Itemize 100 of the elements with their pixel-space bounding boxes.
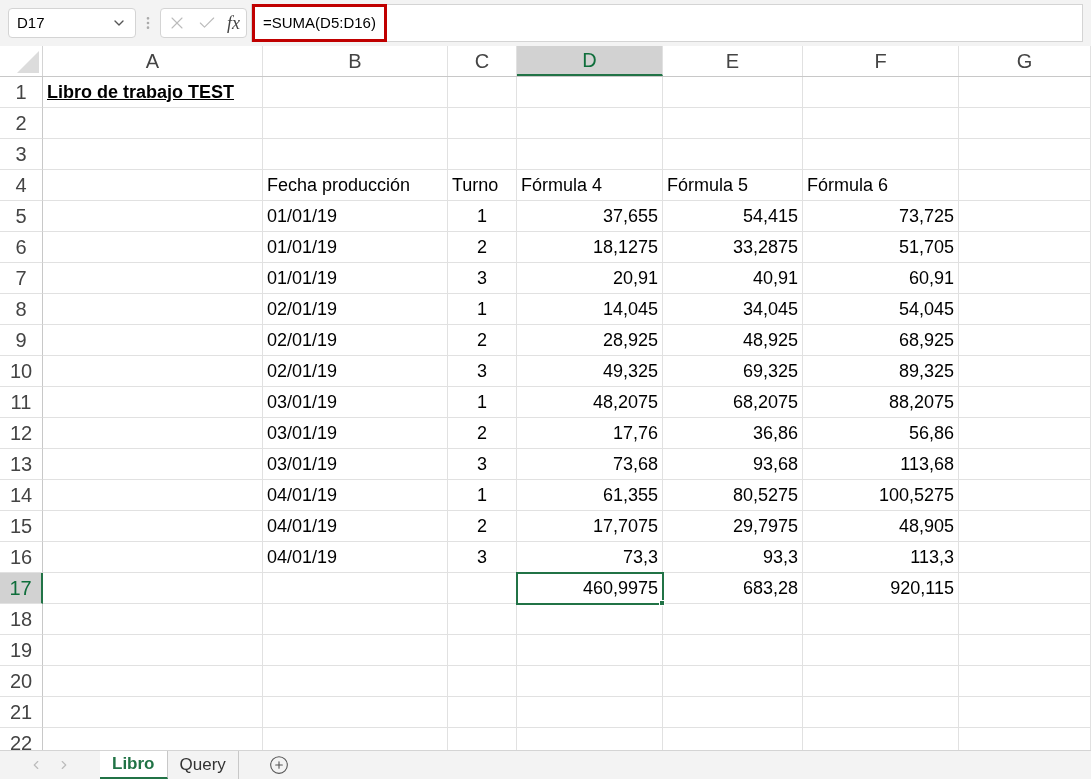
empty-cell[interactable] [517, 666, 663, 697]
table-cell[interactable]: 01/01/19 [263, 263, 448, 294]
empty-cell[interactable] [263, 635, 448, 666]
row-header[interactable]: 19 [0, 635, 43, 666]
table-cell[interactable]: 03/01/19 [263, 449, 448, 480]
empty-cell[interactable] [43, 480, 263, 511]
empty-cell[interactable] [43, 635, 263, 666]
empty-cell[interactable] [43, 325, 263, 356]
table-cell[interactable]: 460,9975 [517, 573, 663, 604]
empty-cell[interactable] [517, 77, 663, 108]
table-cell[interactable]: 100,5275 [803, 480, 959, 511]
empty-cell[interactable] [43, 449, 263, 480]
table-cell[interactable]: 2 [448, 232, 517, 263]
table-cell[interactable]: 2 [448, 418, 517, 449]
column-header[interactable]: G [959, 46, 1091, 76]
empty-cell[interactable] [43, 418, 263, 449]
row-header[interactable]: 2 [0, 108, 43, 139]
table-cell[interactable]: 01/01/19 [263, 201, 448, 232]
table-cell[interactable]: 04/01/19 [263, 480, 448, 511]
column-header[interactable]: A [43, 46, 263, 76]
table-cell[interactable]: 49,325 [517, 356, 663, 387]
table-cell[interactable]: 40,91 [663, 263, 803, 294]
table-cell[interactable]: 37,655 [517, 201, 663, 232]
column-header[interactable]: B [263, 46, 448, 76]
empty-cell[interactable] [517, 697, 663, 728]
empty-cell[interactable] [517, 635, 663, 666]
row-header[interactable]: 5 [0, 201, 43, 232]
empty-cell[interactable] [959, 77, 1091, 108]
empty-cell[interactable] [803, 697, 959, 728]
table-cell[interactable]: 73,68 [517, 449, 663, 480]
table-cell[interactable]: 68,925 [803, 325, 959, 356]
table-cell[interactable]: 54,415 [663, 201, 803, 232]
table-cell[interactable]: 03/01/19 [263, 387, 448, 418]
row-header[interactable]: 7 [0, 263, 43, 294]
table-cell[interactable]: 2 [448, 325, 517, 356]
empty-cell[interactable] [663, 635, 803, 666]
empty-cell[interactable] [43, 387, 263, 418]
empty-cell[interactable] [803, 139, 959, 170]
fill-handle[interactable] [659, 600, 665, 606]
empty-cell[interactable] [43, 511, 263, 542]
table-cell[interactable]: 33,2875 [663, 232, 803, 263]
table-cell[interactable]: Fórmula 6 [803, 170, 959, 201]
table-cell[interactable]: 73,3 [517, 542, 663, 573]
column-header[interactable]: F [803, 46, 959, 76]
table-cell[interactable]: Fórmula 4 [517, 170, 663, 201]
table-cell[interactable]: 01/01/19 [263, 232, 448, 263]
empty-cell[interactable] [663, 697, 803, 728]
table-cell[interactable]: Libro de trabajo TEST [43, 77, 263, 108]
table-cell[interactable]: 2 [448, 511, 517, 542]
empty-cell[interactable] [43, 604, 263, 635]
empty-cell[interactable] [959, 263, 1091, 294]
empty-cell[interactable] [448, 604, 517, 635]
table-cell[interactable]: 04/01/19 [263, 511, 448, 542]
empty-cell[interactable] [803, 77, 959, 108]
empty-cell[interactable] [448, 635, 517, 666]
table-cell[interactable]: Fecha producción [263, 170, 448, 201]
row-header[interactable]: 3 [0, 139, 43, 170]
table-cell[interactable]: 02/01/19 [263, 356, 448, 387]
column-header[interactable]: D [517, 46, 663, 76]
empty-cell[interactable] [959, 511, 1091, 542]
row-header[interactable]: 11 [0, 387, 43, 418]
empty-cell[interactable] [959, 480, 1091, 511]
empty-cell[interactable] [448, 666, 517, 697]
empty-cell[interactable] [448, 77, 517, 108]
empty-cell[interactable] [43, 201, 263, 232]
table-cell[interactable]: 113,3 [803, 542, 959, 573]
table-cell[interactable]: 29,7975 [663, 511, 803, 542]
row-header[interactable]: 14 [0, 480, 43, 511]
table-cell[interactable]: 3 [448, 263, 517, 294]
empty-cell[interactable] [448, 108, 517, 139]
table-cell[interactable]: 03/01/19 [263, 418, 448, 449]
formula-field[interactable]: =SUMA(D5:D16) [251, 4, 1083, 42]
table-cell[interactable]: 1 [448, 387, 517, 418]
table-cell[interactable]: 3 [448, 449, 517, 480]
row-header[interactable]: 10 [0, 356, 43, 387]
empty-cell[interactable] [263, 77, 448, 108]
table-cell[interactable]: 56,86 [803, 418, 959, 449]
empty-cell[interactable] [959, 325, 1091, 356]
empty-cell[interactable] [43, 294, 263, 325]
table-cell[interactable]: 93,3 [663, 542, 803, 573]
row-header[interactable]: 21 [0, 697, 43, 728]
empty-cell[interactable] [959, 697, 1091, 728]
empty-cell[interactable] [43, 542, 263, 573]
empty-cell[interactable] [448, 139, 517, 170]
empty-cell[interactable] [803, 604, 959, 635]
empty-cell[interactable] [43, 666, 263, 697]
empty-cell[interactable] [517, 139, 663, 170]
row-header[interactable]: 9 [0, 325, 43, 356]
table-cell[interactable]: 28,925 [517, 325, 663, 356]
table-cell[interactable]: 34,045 [663, 294, 803, 325]
table-cell[interactable]: 17,76 [517, 418, 663, 449]
empty-cell[interactable] [43, 232, 263, 263]
empty-cell[interactable] [263, 573, 448, 604]
empty-cell[interactable] [959, 108, 1091, 139]
table-cell[interactable]: 1 [448, 294, 517, 325]
empty-cell[interactable] [43, 170, 263, 201]
empty-cell[interactable] [959, 139, 1091, 170]
empty-cell[interactable] [263, 666, 448, 697]
table-cell[interactable]: 69,325 [663, 356, 803, 387]
name-box[interactable]: D17 [8, 8, 136, 38]
